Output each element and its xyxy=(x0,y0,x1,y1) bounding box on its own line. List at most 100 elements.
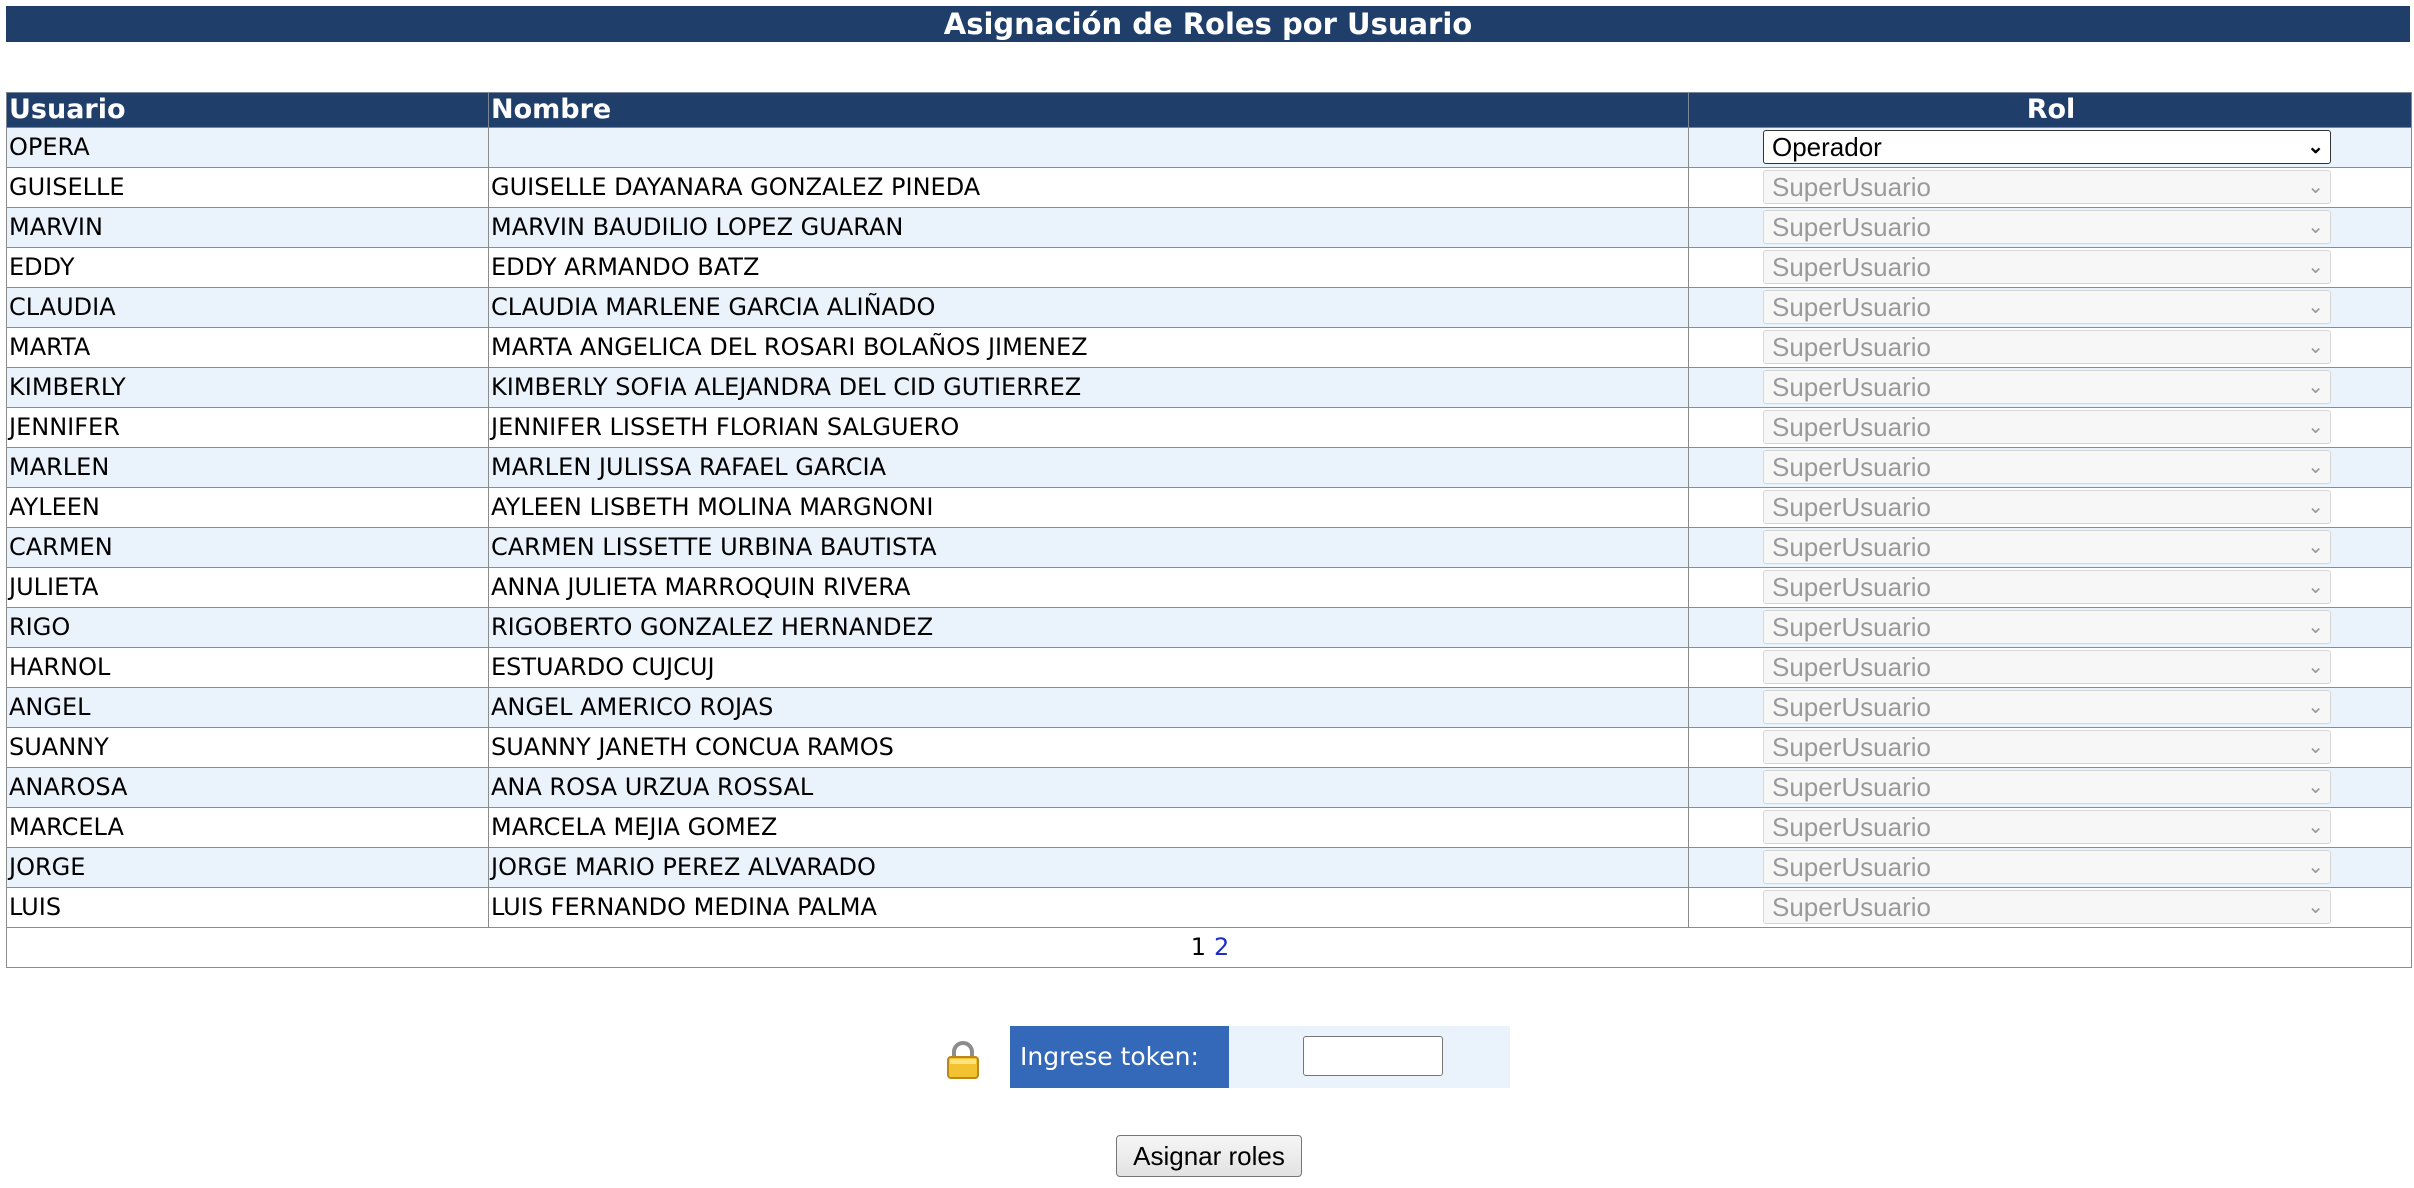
table-row: JORGE JORGE MARIO PEREZ ALVARADO SuperUsua… xyxy=(6,847,2412,888)
rol-cell: SuperUsuario ⌄ xyxy=(1688,887,2412,928)
page-current: 1 xyxy=(1190,933,1206,961)
table-row: HARNOL ESTUARDO CUJCUJ SuperUsuario ⌄ xyxy=(6,647,2412,688)
nombre-cell: ESTUARDO CUJCUJ xyxy=(488,647,1689,688)
chevron-down-icon: ⌄ xyxy=(2307,256,2324,278)
chevron-down-icon: ⌄ xyxy=(2307,456,2324,478)
table-body: OPERA Operador ⌄ GUISELLE GUISELLE DAYANARA … xyxy=(6,127,2412,928)
role-select-value: Operador xyxy=(1772,132,1882,162)
usuario-cell: ANAROSA xyxy=(6,767,489,808)
usuario-cell: MARTA xyxy=(6,327,489,368)
role-select: SuperUsuario ⌄ xyxy=(1763,410,2331,444)
table-row: ANAROSA ANA ROSA URZUA ROSSAL SuperUsuario… xyxy=(6,767,2412,808)
usuario-cell: CARMEN xyxy=(6,527,489,568)
rol-cell: SuperUsuario ⌄ xyxy=(1688,807,2412,848)
role-select: SuperUsuario ⌄ xyxy=(1763,570,2331,604)
role-select-value: SuperUsuario xyxy=(1772,772,1931,802)
chevron-down-icon: ⌄ xyxy=(2307,776,2324,798)
role-select: SuperUsuario ⌄ xyxy=(1763,530,2331,564)
chevron-down-icon: ⌄ xyxy=(2307,216,2324,238)
role-select-value: SuperUsuario xyxy=(1772,172,1931,202)
role-select: SuperUsuario ⌄ xyxy=(1763,210,2331,244)
role-select-value: SuperUsuario xyxy=(1772,532,1931,562)
role-select-value: SuperUsuario xyxy=(1772,212,1931,242)
role-select-value: SuperUsuario xyxy=(1772,292,1931,322)
rol-cell: SuperUsuario ⌄ xyxy=(1688,687,2412,728)
table-row: EDDY EDDY ARMANDO BATZ SuperUsuario ⌄ xyxy=(6,247,2412,288)
column-header-usuario: Usuario xyxy=(6,92,489,128)
usuario-cell: LUIS xyxy=(6,887,489,928)
chevron-down-icon: ⌄ xyxy=(2307,856,2324,878)
nombre-cell xyxy=(488,127,1689,168)
usuario-cell: JENNIFER xyxy=(6,407,489,448)
role-select: SuperUsuario ⌄ xyxy=(1763,250,2331,284)
chevron-down-icon: ⌄ xyxy=(2307,736,2324,758)
rol-cell: SuperUsuario ⌄ xyxy=(1688,407,2412,448)
rol-cell: SuperUsuario ⌄ xyxy=(1688,167,2412,208)
role-select: SuperUsuario ⌄ xyxy=(1763,770,2331,804)
role-select-value: SuperUsuario xyxy=(1772,612,1931,642)
chevron-down-icon: ⌄ xyxy=(2307,176,2324,198)
role-select: SuperUsuario ⌄ xyxy=(1763,610,2331,644)
rol-cell: SuperUsuario ⌄ xyxy=(1688,527,2412,568)
role-select-value: SuperUsuario xyxy=(1772,652,1931,682)
nombre-cell: KIMBERLY SOFIA ALEJANDRA DEL CID GUTIERR… xyxy=(488,367,1689,408)
table-row: ANGEL ANGEL AMERICO ROJAS SuperUsuario ⌄ xyxy=(6,687,2412,728)
usuario-cell: HARNOL xyxy=(6,647,489,688)
token-input[interactable] xyxy=(1303,1036,1443,1076)
role-select: SuperUsuario ⌄ xyxy=(1763,330,2331,364)
page-title: Asignación de Roles por Usuario xyxy=(6,6,2410,42)
table-row: CARMEN CARMEN LISSETTE URBINA BAUTISTA Sup… xyxy=(6,527,2412,568)
roles-table: Usuario Nombre Rol OPERA Operador ⌄ GUISELL… xyxy=(6,92,2412,968)
role-select-value: SuperUsuario xyxy=(1772,732,1931,762)
usuario-cell: OPERA xyxy=(6,127,489,168)
role-select-value: SuperUsuario xyxy=(1772,892,1931,922)
table-row: MARVIN MARVIN BAUDILIO LOPEZ GUARAN SuperU… xyxy=(6,207,2412,248)
pagination-row: 12 xyxy=(6,927,2412,968)
usuario-cell: JULIETA xyxy=(6,567,489,608)
role-select-value: SuperUsuario xyxy=(1772,412,1931,442)
rol-cell: SuperUsuario ⌄ xyxy=(1688,727,2412,768)
role-select-value: SuperUsuario xyxy=(1772,252,1931,282)
chevron-down-icon: ⌄ xyxy=(2307,576,2324,598)
role-select: SuperUsuario ⌄ xyxy=(1763,450,2331,484)
role-select: SuperUsuario ⌄ xyxy=(1763,170,2331,204)
rol-cell: SuperUsuario ⌄ xyxy=(1688,367,2412,408)
chevron-down-icon: ⌄ xyxy=(2307,816,2324,838)
nombre-cell: MARTA ANGELICA DEL ROSARI BOLAÑOS JIMENE… xyxy=(488,327,1689,368)
table-header-row: Usuario Nombre Rol xyxy=(6,92,2412,128)
usuario-cell: AYLEEN xyxy=(6,487,489,528)
role-select: SuperUsuario ⌄ xyxy=(1763,370,2331,404)
chevron-down-icon: ⌄ xyxy=(2307,896,2324,918)
chevron-down-icon: ⌄ xyxy=(2307,536,2324,558)
role-select-value: SuperUsuario xyxy=(1772,452,1931,482)
usuario-cell: KIMBERLY xyxy=(6,367,489,408)
chevron-down-icon: ⌄ xyxy=(2307,496,2324,518)
nombre-cell: RIGOBERTO GONZALEZ HERNANDEZ xyxy=(488,607,1689,648)
table-row: AYLEEN AYLEEN LISBETH MOLINA MARGNONI Supe… xyxy=(6,487,2412,528)
table-row: MARTA MARTA ANGELICA DEL ROSARI BOLAÑOS J… xyxy=(6,327,2412,368)
usuario-cell: SUANNY xyxy=(6,727,489,768)
token-field-area xyxy=(1229,1026,1510,1088)
role-select[interactable]: Operador ⌄ xyxy=(1763,130,2331,164)
table-row: JENNIFER JENNIFER LISSETH FLORIAN SALGUER… xyxy=(6,407,2412,448)
table-row: CLAUDIA CLAUDIA MARLENE GARCIA ALIÑADO Sup… xyxy=(6,287,2412,328)
table-row: MARCELA MARCELA MEJIA GOMEZ SuperUsuario ⌄ xyxy=(6,807,2412,848)
nombre-cell: JORGE MARIO PEREZ ALVARADO xyxy=(488,847,1689,888)
nombre-cell: AYLEEN LISBETH MOLINA MARGNONI xyxy=(488,487,1689,528)
nombre-cell: ANA ROSA URZUA ROSSAL xyxy=(488,767,1689,808)
nombre-cell: ANNA JULIETA MARROQUIN RIVERA xyxy=(488,567,1689,608)
rol-cell: SuperUsuario ⌄ xyxy=(1688,287,2412,328)
usuario-cell: EDDY xyxy=(6,247,489,288)
chevron-down-icon: ⌄ xyxy=(2307,416,2324,438)
chevron-down-icon: ⌄ xyxy=(2307,656,2324,678)
role-select-value: SuperUsuario xyxy=(1772,572,1931,602)
chevron-down-icon: ⌄ xyxy=(2307,296,2324,318)
chevron-down-icon: ⌄ xyxy=(2307,376,2324,398)
assign-roles-button[interactable]: Asignar roles xyxy=(1116,1135,1302,1177)
role-select: SuperUsuario ⌄ xyxy=(1763,650,2331,684)
rol-cell: SuperUsuario ⌄ xyxy=(1688,207,2412,248)
page-link-2[interactable]: 2 xyxy=(1214,933,1229,961)
nombre-cell: MARVIN BAUDILIO LOPEZ GUARAN xyxy=(488,207,1689,248)
role-select: SuperUsuario ⌄ xyxy=(1763,810,2331,844)
lock-icon xyxy=(946,1040,980,1080)
